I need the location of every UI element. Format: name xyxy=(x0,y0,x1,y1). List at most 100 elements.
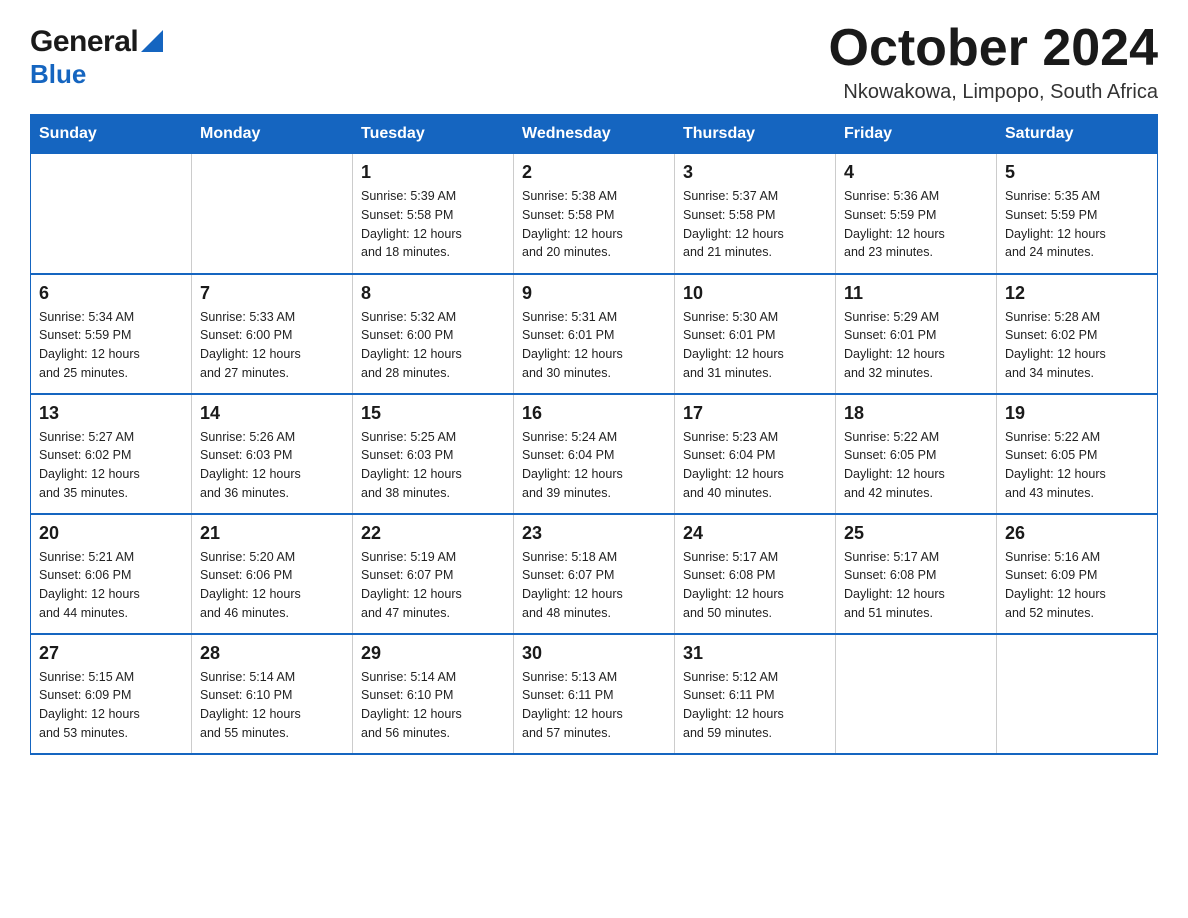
day-info: Sunrise: 5:35 AM Sunset: 5:59 PM Dayligh… xyxy=(1005,187,1149,262)
day-cell: 14 Sunrise: 5:26 AM Sunset: 6:03 PM Dayli… xyxy=(192,394,353,514)
day-number: 21 xyxy=(200,523,344,544)
day-info: Sunrise: 5:25 AM Sunset: 6:03 PM Dayligh… xyxy=(361,428,505,503)
logo-triangle-icon xyxy=(141,30,163,52)
day-cell: 4Sunrise: 5:36 AM Sunset: 5:59 PM Daylig… xyxy=(836,154,997,274)
day-info: Sunrise: 5:39 AM Sunset: 5:58 PM Dayligh… xyxy=(361,187,505,262)
day-cell: 30Sunrise: 5:13 AM Sunset: 6:11 PM Dayli… xyxy=(514,634,675,754)
day-cell: 23 Sunrise: 5:18 AM Sunset: 6:07 PM Dayli… xyxy=(514,514,675,634)
day-number: 17 xyxy=(683,403,827,424)
col-header-tuesday: Tuesday xyxy=(353,115,514,154)
day-number: 30 xyxy=(522,643,666,664)
day-cell: 17 Sunrise: 5:23 AM Sunset: 6:04 PM Dayli… xyxy=(675,394,836,514)
day-cell: 8Sunrise: 5:32 AM Sunset: 6:00 PM Daylig… xyxy=(353,274,514,394)
day-cell: 10Sunrise: 5:30 AM Sunset: 6:01 PM Dayli… xyxy=(675,274,836,394)
day-cell xyxy=(836,634,997,754)
day-number: 23 xyxy=(522,523,666,544)
day-cell xyxy=(997,634,1158,754)
col-header-saturday: Saturday xyxy=(997,115,1158,154)
day-info: Sunrise: 5:23 AM Sunset: 6:04 PM Dayligh… xyxy=(683,428,827,503)
day-number: 29 xyxy=(361,643,505,664)
day-number: 26 xyxy=(1005,523,1149,544)
day-info: Sunrise: 5:31 AM Sunset: 6:01 PM Dayligh… xyxy=(522,308,666,383)
day-cell: 11Sunrise: 5:29 AM Sunset: 6:01 PM Dayli… xyxy=(836,274,997,394)
day-cell: 12 Sunrise: 5:28 AM Sunset: 6:02 PM Dayli… xyxy=(997,274,1158,394)
day-number: 16 xyxy=(522,403,666,424)
day-info: Sunrise: 5:18 AM Sunset: 6:07 PM Dayligh… xyxy=(522,548,666,623)
day-info: Sunrise: 5:37 AM Sunset: 5:58 PM Dayligh… xyxy=(683,187,827,262)
logo-general-text: General xyxy=(30,25,138,59)
day-cell: 6Sunrise: 5:34 AM Sunset: 5:59 PM Daylig… xyxy=(31,274,192,394)
day-number: 3 xyxy=(683,162,827,183)
day-info: Sunrise: 5:34 AM Sunset: 5:59 PM Dayligh… xyxy=(39,308,183,383)
day-number: 19 xyxy=(1005,403,1149,424)
day-info: Sunrise: 5:17 AM Sunset: 6:08 PM Dayligh… xyxy=(683,548,827,623)
day-info: Sunrise: 5:21 AM Sunset: 6:06 PM Dayligh… xyxy=(39,548,183,623)
day-info: Sunrise: 5:24 AM Sunset: 6:04 PM Dayligh… xyxy=(522,428,666,503)
day-number: 14 xyxy=(200,403,344,424)
day-cell: 20 Sunrise: 5:21 AM Sunset: 6:06 PM Dayli… xyxy=(31,514,192,634)
day-cell: 25 Sunrise: 5:17 AM Sunset: 6:08 PM Dayli… xyxy=(836,514,997,634)
day-info: Sunrise: 5:15 AM Sunset: 6:09 PM Dayligh… xyxy=(39,668,183,743)
day-cell: 7 Sunrise: 5:33 AM Sunset: 6:00 PM Daylig… xyxy=(192,274,353,394)
day-info: Sunrise: 5:28 AM Sunset: 6:02 PM Dayligh… xyxy=(1005,308,1149,383)
col-header-wednesday: Wednesday xyxy=(514,115,675,154)
day-cell: 31 Sunrise: 5:12 AM Sunset: 6:11 PM Dayli… xyxy=(675,634,836,754)
col-header-friday: Friday xyxy=(836,115,997,154)
day-number: 12 xyxy=(1005,283,1149,304)
week-row-2: 6Sunrise: 5:34 AM Sunset: 5:59 PM Daylig… xyxy=(31,274,1158,394)
day-cell: 16 Sunrise: 5:24 AM Sunset: 6:04 PM Dayli… xyxy=(514,394,675,514)
week-row-1: 1 Sunrise: 5:39 AM Sunset: 5:58 PM Daylig… xyxy=(31,154,1158,274)
day-cell: 13Sunrise: 5:27 AM Sunset: 6:02 PM Dayli… xyxy=(31,394,192,514)
day-number: 25 xyxy=(844,523,988,544)
day-info: Sunrise: 5:22 AM Sunset: 6:05 PM Dayligh… xyxy=(844,428,988,503)
day-number: 9 xyxy=(522,283,666,304)
col-header-sunday: Sunday xyxy=(31,115,192,154)
day-number: 5 xyxy=(1005,162,1149,183)
day-info: Sunrise: 5:20 AM Sunset: 6:06 PM Dayligh… xyxy=(200,548,344,623)
day-info: Sunrise: 5:14 AM Sunset: 6:10 PM Dayligh… xyxy=(200,668,344,743)
title-area: October 2024 Nkowakowa, Limpopo, South A… xyxy=(829,20,1159,104)
page-header: General Blue October 2024 Nkowakowa, Lim… xyxy=(30,20,1158,104)
day-info: Sunrise: 5:30 AM Sunset: 6:01 PM Dayligh… xyxy=(683,308,827,383)
day-info: Sunrise: 5:22 AM Sunset: 6:05 PM Dayligh… xyxy=(1005,428,1149,503)
day-cell xyxy=(31,154,192,274)
day-number: 20 xyxy=(39,523,183,544)
calendar-table: SundayMondayTuesdayWednesdayThursdayFrid… xyxy=(30,114,1158,755)
day-info: Sunrise: 5:14 AM Sunset: 6:10 PM Dayligh… xyxy=(361,668,505,743)
day-number: 24 xyxy=(683,523,827,544)
day-cell: 18 Sunrise: 5:22 AM Sunset: 6:05 PM Dayli… xyxy=(836,394,997,514)
logo-blue-text: Blue xyxy=(30,59,86,90)
day-cell: 9 Sunrise: 5:31 AM Sunset: 6:01 PM Daylig… xyxy=(514,274,675,394)
day-info: Sunrise: 5:12 AM Sunset: 6:11 PM Dayligh… xyxy=(683,668,827,743)
week-row-3: 13Sunrise: 5:27 AM Sunset: 6:02 PM Dayli… xyxy=(31,394,1158,514)
day-number: 2 xyxy=(522,162,666,183)
day-cell: 27Sunrise: 5:15 AM Sunset: 6:09 PM Dayli… xyxy=(31,634,192,754)
day-cell: 26Sunrise: 5:16 AM Sunset: 6:09 PM Dayli… xyxy=(997,514,1158,634)
week-row-5: 27Sunrise: 5:15 AM Sunset: 6:09 PM Dayli… xyxy=(31,634,1158,754)
day-info: Sunrise: 5:17 AM Sunset: 6:08 PM Dayligh… xyxy=(844,548,988,623)
day-number: 1 xyxy=(361,162,505,183)
day-cell: 24 Sunrise: 5:17 AM Sunset: 6:08 PM Dayli… xyxy=(675,514,836,634)
day-info: Sunrise: 5:33 AM Sunset: 6:00 PM Dayligh… xyxy=(200,308,344,383)
day-cell xyxy=(192,154,353,274)
day-info: Sunrise: 5:29 AM Sunset: 6:01 PM Dayligh… xyxy=(844,308,988,383)
day-number: 31 xyxy=(683,643,827,664)
day-cell: 1 Sunrise: 5:39 AM Sunset: 5:58 PM Daylig… xyxy=(353,154,514,274)
day-cell: 22Sunrise: 5:19 AM Sunset: 6:07 PM Dayli… xyxy=(353,514,514,634)
day-info: Sunrise: 5:36 AM Sunset: 5:59 PM Dayligh… xyxy=(844,187,988,262)
logo: General Blue xyxy=(30,20,163,90)
day-info: Sunrise: 5:19 AM Sunset: 6:07 PM Dayligh… xyxy=(361,548,505,623)
week-row-4: 20 Sunrise: 5:21 AM Sunset: 6:06 PM Dayli… xyxy=(31,514,1158,634)
day-cell: 21 Sunrise: 5:20 AM Sunset: 6:06 PM Dayli… xyxy=(192,514,353,634)
day-cell: 2Sunrise: 5:38 AM Sunset: 5:58 PM Daylig… xyxy=(514,154,675,274)
day-cell: 15Sunrise: 5:25 AM Sunset: 6:03 PM Dayli… xyxy=(353,394,514,514)
day-info: Sunrise: 5:27 AM Sunset: 6:02 PM Dayligh… xyxy=(39,428,183,503)
day-cell: 5 Sunrise: 5:35 AM Sunset: 5:59 PM Daylig… xyxy=(997,154,1158,274)
day-number: 7 xyxy=(200,283,344,304)
day-number: 28 xyxy=(200,643,344,664)
day-number: 18 xyxy=(844,403,988,424)
day-number: 8 xyxy=(361,283,505,304)
calendar-header-row: SundayMondayTuesdayWednesdayThursdayFrid… xyxy=(31,115,1158,154)
day-info: Sunrise: 5:26 AM Sunset: 6:03 PM Dayligh… xyxy=(200,428,344,503)
col-header-thursday: Thursday xyxy=(675,115,836,154)
